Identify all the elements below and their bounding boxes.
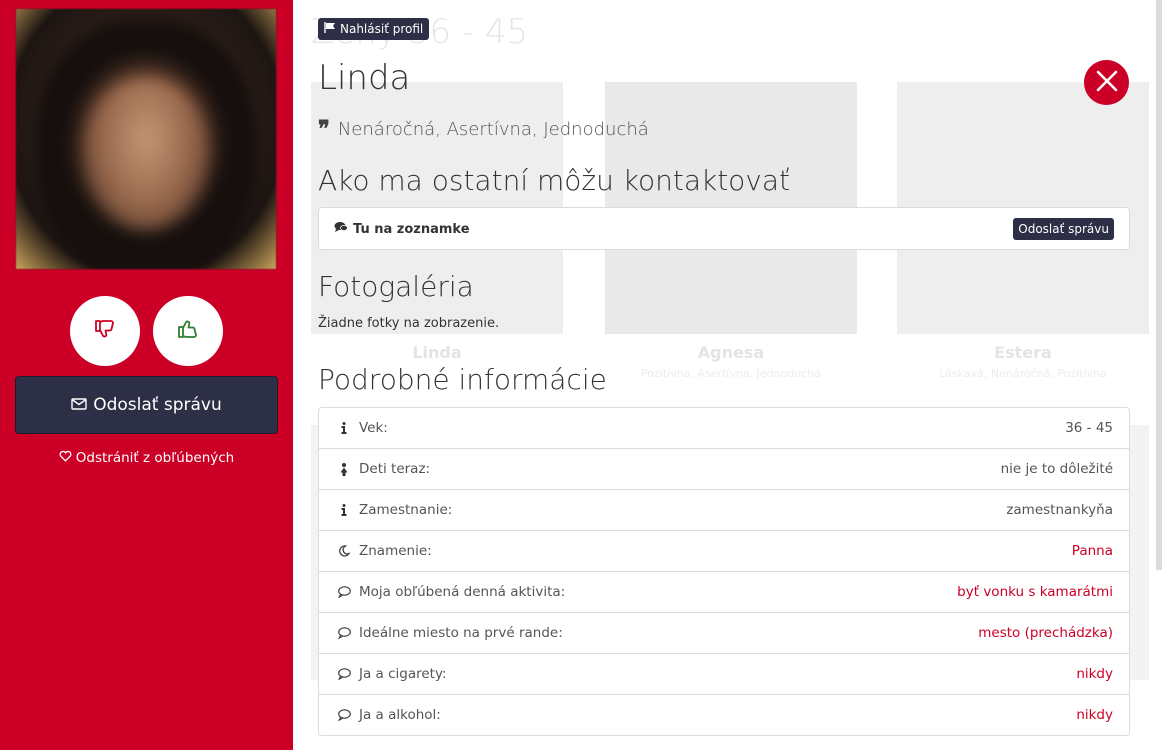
detail-label: Ja a cigarety: — [359, 666, 447, 682]
detail-value: nie je to dôležité — [1000, 461, 1113, 477]
detail-row: Ja a cigarety: nikdy — [319, 653, 1129, 694]
detail-value: 36 - 45 — [1065, 420, 1113, 436]
contact-option: Tu na zoznamke Odoslať správu — [318, 207, 1130, 250]
comment-icon — [337, 668, 351, 680]
thumbs-down-icon — [93, 317, 117, 345]
envelope-icon — [71, 395, 87, 415]
profile-name: Linda — [318, 58, 411, 98]
detail-row: Vek: 36 - 45 — [319, 408, 1129, 448]
detail-label: Moja obľúbená denná aktivita: — [359, 584, 566, 600]
detail-label: Ja a alkohol: — [359, 707, 441, 723]
detail-label: Znamenie: — [359, 543, 432, 559]
detail-value: nikdy — [1076, 666, 1113, 682]
gallery-empty-text: Žiadne fotky na zobrazenie. — [318, 316, 500, 331]
child-icon — [337, 462, 351, 476]
close-button[interactable] — [1084, 60, 1129, 105]
report-profile-label: Nahlásiť profil — [340, 22, 424, 36]
send-message-label: Odoslať správu — [93, 395, 222, 415]
dislike-button[interactable] — [70, 296, 140, 366]
detail-value: Panna — [1071, 543, 1113, 559]
contact-channel: Tu na zoznamke — [334, 221, 470, 237]
contact-send-message-button[interactable]: Odoslať správu — [1013, 218, 1114, 240]
detail-label: Vek: — [359, 420, 388, 436]
comment-icon — [337, 586, 351, 598]
detail-row: Zamestnanie: zamestnankyňa — [319, 489, 1129, 530]
info-icon — [337, 504, 351, 516]
remove-favorite-link[interactable]: Odstrániť z obľúbených — [0, 450, 293, 466]
contact-heading: Ako ma ostatní môžu kontaktovať — [318, 164, 791, 197]
profile-photo[interactable] — [15, 8, 277, 270]
comments-icon — [334, 221, 348, 237]
detail-value: nikdy — [1076, 707, 1113, 723]
send-message-button[interactable]: Odoslať správu — [15, 376, 278, 434]
traits-text: Nenáročná, Asertívna, Jednoduchá — [337, 118, 649, 140]
detail-row: Znamenie: Panna — [319, 530, 1129, 571]
remove-favorite-label: Odstrániť z obľúbených — [75, 450, 235, 466]
detail-label: Ideálne miesto na prvé rande: — [359, 625, 563, 641]
detail-label: Zamestnanie: — [359, 502, 453, 518]
detail-value: zamestnankyňa — [1006, 502, 1113, 518]
like-button[interactable] — [153, 296, 223, 366]
profile-modal: Nahlásiť profil Linda ❞ Nenáročná, Asert… — [293, 0, 1162, 750]
heart-icon — [59, 450, 72, 466]
detail-row: Ideálne miesto na prvé rande: mesto (pre… — [319, 612, 1129, 653]
profile-sidebar: Odoslať správu Odstrániť z obľúbených — [0, 0, 293, 750]
gallery-heading: Fotogaléria — [318, 270, 474, 303]
detail-row: Moja obľúbená denná aktivita: byť vonku … — [319, 571, 1129, 612]
detail-row: Deti teraz: nie je to dôležité — [319, 448, 1129, 489]
details-heading: Podrobné informácie — [318, 363, 607, 396]
close-icon — [1095, 69, 1119, 97]
info-icon — [337, 422, 351, 434]
report-profile-button[interactable]: Nahlásiť profil — [318, 18, 430, 40]
detail-value: byť vonku s kamarátmi — [957, 584, 1113, 600]
quote-icon: ❞ — [318, 116, 330, 142]
moon-icon — [337, 545, 351, 557]
detail-row: Ja a alkohol: nikdy — [319, 694, 1129, 735]
detail-value: mesto (prechádzka) — [978, 625, 1113, 641]
comment-icon — [337, 709, 351, 721]
thumbs-up-icon — [176, 317, 200, 345]
flag-icon — [324, 22, 336, 36]
photo-face-shape — [86, 79, 206, 229]
detail-label: Deti teraz: — [359, 461, 431, 477]
comment-icon — [337, 627, 351, 639]
profile-traits: ❞ Nenáročná, Asertívna, Jednoduchá — [318, 118, 649, 140]
contact-channel-label: Tu na zoznamke — [353, 221, 470, 237]
details-table: Vek: 36 - 45 Deti teraz: nie je to dôlež… — [318, 407, 1130, 736]
